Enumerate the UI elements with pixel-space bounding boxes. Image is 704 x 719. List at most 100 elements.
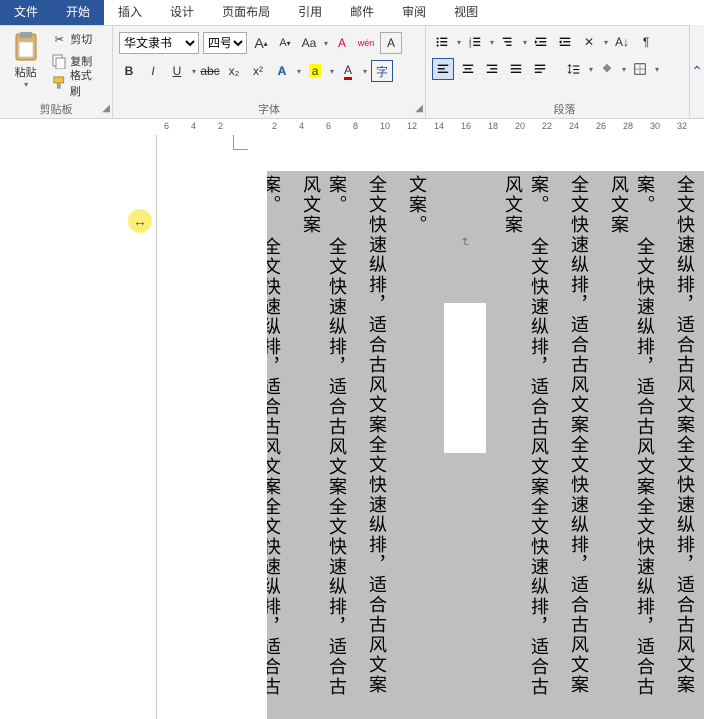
vertical-text-column[interactable]: 文案。 bbox=[404, 175, 430, 715]
tab-mailings[interactable]: 邮件 bbox=[336, 0, 388, 25]
group-paragraph-label: 段落 bbox=[554, 104, 576, 116]
multilevel-dropdown-icon[interactable]: ▾ bbox=[523, 38, 527, 47]
cut-label: 剪切 bbox=[70, 31, 92, 47]
line-spacing-button[interactable] bbox=[564, 59, 584, 79]
vertical-text-column[interactable]: 全文快速纵排，适合古风文案全文快速纵排，适合古风文案 bbox=[566, 175, 592, 715]
show-marks-button[interactable]: ¶ bbox=[636, 32, 656, 52]
highlight-button[interactable]: a bbox=[305, 61, 325, 81]
numbering-dropdown-icon[interactable]: ▾ bbox=[490, 38, 494, 47]
page-corner-mark bbox=[233, 135, 248, 150]
tab-file[interactable]: 文件 bbox=[0, 0, 52, 25]
borders-dropdown-icon[interactable]: ▾ bbox=[655, 65, 659, 74]
tab-review[interactable]: 审阅 bbox=[388, 0, 440, 25]
superscript-button[interactable]: x² bbox=[248, 61, 268, 81]
brush-icon bbox=[51, 75, 67, 91]
format-painter-button[interactable]: 格式刷 bbox=[47, 72, 106, 94]
tab-layout[interactable]: 页面布局 bbox=[208, 0, 284, 25]
tab-view[interactable]: 视图 bbox=[440, 0, 492, 25]
align-left-button[interactable] bbox=[432, 58, 454, 80]
underline-button[interactable]: U bbox=[167, 61, 187, 81]
ruler-tick: 6 bbox=[326, 121, 331, 131]
text-effects-dropdown-icon[interactable]: ▾ bbox=[297, 67, 301, 76]
increase-indent-button[interactable] bbox=[555, 32, 575, 52]
vertical-text-column[interactable]: 案。 全文快速纵排，适合古风文案全文快速纵排，适合古风文案 bbox=[500, 175, 552, 715]
group-paragraph: ▾ 123▾ ▾ ✕▾ A↓ ¶ ▾ ▾ ▾ 段落◢ bbox=[426, 26, 704, 118]
multilevel-list-button[interactable] bbox=[498, 32, 518, 52]
clear-formatting-button[interactable]: A bbox=[332, 33, 352, 53]
cut-button[interactable]: ✂ 剪切 bbox=[47, 28, 106, 50]
sort-button[interactable]: A↓ bbox=[612, 32, 632, 52]
vertical-text-column[interactable]: 全文快速纵排，适合古风文案全文快速纵排，适合古风文案 bbox=[672, 175, 698, 715]
workspace: ↔ 全文快速纵排，适合古风文案全文快速纵排，适合古风文案案。 全文快速纵排，适合… bbox=[0, 135, 704, 719]
shrink-font-button[interactable]: A▾ bbox=[275, 33, 295, 53]
vertical-text-column[interactable]: 案。 全文快速纵排，适合古风文案全文快速纵排，适合古风文案 bbox=[298, 175, 350, 715]
cursor-highlight-icon: ↔ bbox=[128, 209, 152, 233]
vertical-text-column[interactable]: 案。 全文快速纵排，适合古风文案全文快速纵排，适合古风文案 bbox=[267, 175, 284, 715]
group-clipboard: 粘贴 ▾ ✂ 剪切 复制 格式刷 剪贴板◢ bbox=[0, 26, 113, 118]
font-name-select[interactable]: 华文隶书 bbox=[119, 32, 199, 54]
ruler-tick: 8 bbox=[353, 121, 358, 131]
ruler-tick: 28 bbox=[623, 121, 633, 131]
decrease-indent-button[interactable] bbox=[531, 32, 551, 52]
ruler-tick: 2 bbox=[218, 121, 223, 131]
font-dialog-launcher-icon[interactable]: ◢ bbox=[415, 101, 423, 117]
tab-insert[interactable]: 插入 bbox=[104, 0, 156, 25]
align-right-button[interactable] bbox=[482, 59, 502, 79]
bullets-dropdown-icon[interactable]: ▾ bbox=[457, 38, 461, 47]
vertical-text-column[interactable]: 案。 全文快速纵排，适合古风文案全文快速纵排，适合古风文案 bbox=[606, 175, 658, 715]
underline-dropdown-icon[interactable]: ▾ bbox=[192, 67, 196, 76]
font-color-button[interactable]: A bbox=[338, 61, 358, 81]
paragraph-mark-icon: ↵ bbox=[458, 237, 472, 247]
tab-references[interactable]: 引用 bbox=[284, 0, 336, 25]
grow-font-button[interactable]: A▴ bbox=[251, 33, 271, 53]
paste-button[interactable]: 粘贴 ▾ bbox=[6, 28, 45, 102]
font-color-dropdown-icon[interactable]: ▾ bbox=[363, 67, 367, 76]
document-page[interactable]: 全文快速纵排，适合古风文案全文快速纵排，适合古风文案案。 全文快速纵排，适合古风… bbox=[157, 135, 704, 719]
numbering-button[interactable]: 123 bbox=[465, 32, 485, 52]
asian-layout-dropdown-icon[interactable]: ▾ bbox=[604, 38, 608, 47]
paste-dropdown-icon[interactable]: ▾ bbox=[24, 80, 28, 89]
ruler-tick: 32 bbox=[677, 121, 687, 131]
tab-design[interactable]: 设计 bbox=[156, 0, 208, 25]
scissors-icon: ✂ bbox=[51, 31, 67, 47]
highlight-dropdown-icon[interactable]: ▾ bbox=[330, 67, 334, 76]
ruler-tick: 20 bbox=[515, 121, 525, 131]
group-clipboard-label: 剪贴板 bbox=[40, 104, 73, 116]
borders-button[interactable] bbox=[630, 59, 650, 79]
align-center-button[interactable] bbox=[458, 59, 478, 79]
bold-button[interactable]: B bbox=[119, 61, 139, 81]
subscript-button[interactable]: x₂ bbox=[224, 61, 244, 81]
italic-button[interactable]: I bbox=[143, 61, 163, 81]
strikethrough-button[interactable]: abc bbox=[200, 61, 220, 81]
ruler-tick: 22 bbox=[542, 121, 552, 131]
asian-layout-button[interactable]: ✕ bbox=[579, 32, 599, 52]
align-justify-button[interactable] bbox=[506, 59, 526, 79]
ruler-tick: 12 bbox=[407, 121, 417, 131]
shading-button[interactable] bbox=[597, 59, 617, 79]
paste-icon bbox=[10, 30, 42, 62]
enclosed-char-button[interactable]: 字 bbox=[371, 60, 393, 82]
group-font-label: 字体 bbox=[258, 104, 280, 116]
ribbon: 粘贴 ▾ ✂ 剪切 复制 格式刷 剪贴板◢ bbox=[0, 26, 704, 119]
ruler-tick: 24 bbox=[569, 121, 579, 131]
change-case-dropdown-icon[interactable]: ▾ bbox=[324, 39, 328, 48]
character-border-button[interactable]: A bbox=[380, 32, 402, 54]
ruler-tick: 10 bbox=[380, 121, 390, 131]
phonetic-guide-button[interactable]: wén bbox=[356, 33, 376, 53]
group-font: 华文隶书 四号 A▴ A▾ Aa▾ A wén A B I U▾ abc x₂ … bbox=[113, 26, 426, 118]
bullets-button[interactable] bbox=[432, 32, 452, 52]
svg-text:3: 3 bbox=[469, 43, 472, 48]
selected-text-block[interactable]: 全文快速纵排，适合古风文案全文快速纵排，适合古风文案案。 全文快速纵排，适合古风… bbox=[267, 171, 704, 719]
tab-home[interactable]: 开始 bbox=[52, 0, 104, 25]
text-effects-button[interactable]: A bbox=[272, 61, 292, 81]
clipboard-dialog-launcher-icon[interactable]: ◢ bbox=[102, 101, 110, 117]
ribbon-collapse-button[interactable]: ⌃ bbox=[689, 25, 704, 117]
font-size-select[interactable]: 四号 bbox=[203, 32, 247, 54]
vertical-text-column[interactable]: 全文快速纵排，适合古风文案全文快速纵排，适合古风文案 bbox=[364, 175, 390, 715]
change-case-button[interactable]: Aa bbox=[299, 33, 319, 53]
align-distribute-button[interactable] bbox=[530, 59, 550, 79]
text-gap bbox=[444, 303, 486, 453]
shading-dropdown-icon[interactable]: ▾ bbox=[622, 65, 626, 74]
line-spacing-dropdown-icon[interactable]: ▾ bbox=[589, 65, 593, 74]
ruler-tick: 6 bbox=[164, 121, 169, 131]
